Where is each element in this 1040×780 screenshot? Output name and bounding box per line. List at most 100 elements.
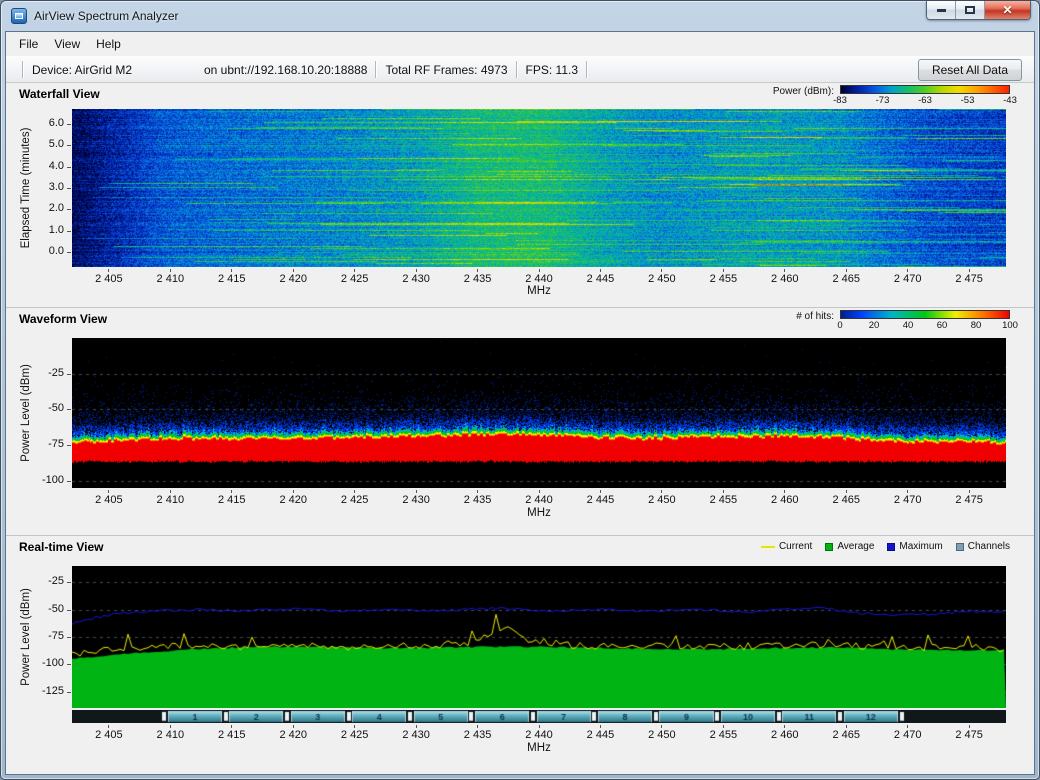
x-axis-tick: 2 455 xyxy=(699,269,747,285)
x-axis-tick: 2 425 xyxy=(331,269,379,285)
maximize-icon xyxy=(965,6,975,14)
y-axis-tick-mark xyxy=(67,209,71,210)
legend-tick-label: -63 xyxy=(918,95,932,106)
y-axis-tick: -100 xyxy=(6,474,64,486)
waterfall-legend: Power (dBm): -83-73-63-53-43 xyxy=(773,85,1010,105)
x-axis-tick: 2 475 xyxy=(945,269,993,285)
client-area: File View Help Device: AirGrid M2 on ubn… xyxy=(5,31,1035,775)
legend-tick-label: 100 xyxy=(1002,320,1018,331)
x-axis-tick: 2 435 xyxy=(454,490,502,506)
menu-help[interactable]: Help xyxy=(88,33,129,55)
x-axis-tick: 2 455 xyxy=(699,490,747,506)
legend-item-average: Average xyxy=(825,541,874,552)
window-controls: ✕ xyxy=(926,1,1031,20)
legend-tick-label: -83 xyxy=(833,95,847,106)
legend-tick-label: 60 xyxy=(937,320,948,331)
x-axis-tick: 2 450 xyxy=(638,490,686,506)
window-title: AirView Spectrum Analyzer xyxy=(34,9,179,23)
x-axis-tick: 2 475 xyxy=(945,490,993,506)
x-axis-tick: 2 410 xyxy=(146,269,194,285)
legend-item-maximum: Maximum xyxy=(887,541,942,552)
app-icon-glyph xyxy=(15,13,23,19)
y-axis-tick-mark xyxy=(67,188,71,189)
x-axis-tick: 2 415 xyxy=(208,490,256,506)
legend-swatch-maximum xyxy=(887,543,895,551)
legend-label: Maximum xyxy=(899,541,942,552)
waveform-x-axis-unit: MHz xyxy=(527,507,551,519)
y-axis-tick: -125 xyxy=(6,685,64,697)
x-axis-tick: 2 455 xyxy=(699,725,747,741)
titlebar[interactable]: AirView Spectrum Analyzer ✕ xyxy=(1,1,1039,31)
legend-item-channels: Channels xyxy=(956,541,1010,552)
x-axis-tick: 2 415 xyxy=(208,725,256,741)
x-axis-tick: 2 445 xyxy=(576,490,624,506)
minimize-icon xyxy=(937,9,946,12)
y-axis-tick-mark xyxy=(67,637,71,638)
x-axis-tick: 2 465 xyxy=(822,725,870,741)
realtime-title: Real-time View xyxy=(19,540,103,554)
x-axis-tick: 2 470 xyxy=(884,269,932,285)
x-axis-tick: 2 430 xyxy=(392,725,440,741)
realtime-spectrum-chart xyxy=(72,566,1006,708)
y-axis-tick-mark xyxy=(67,409,71,410)
y-axis-tick: 2.0 xyxy=(6,202,64,214)
y-axis-tick: -50 xyxy=(6,402,64,414)
realtime-x-axis-unit: MHz xyxy=(527,742,551,754)
maximize-button[interactable] xyxy=(956,1,985,19)
hits-colormap-bar xyxy=(840,310,1010,319)
y-axis-tick: -100 xyxy=(6,657,64,669)
connection-status: on ubnt://192.168.10.20:18888 xyxy=(204,63,367,77)
rf-frames-status: Total RF Frames: 4973 xyxy=(385,63,507,77)
x-axis-tick: 2 410 xyxy=(146,490,194,506)
y-axis-tick-mark xyxy=(67,664,71,665)
x-axis-tick: 2 410 xyxy=(146,725,194,741)
legend-label: Average xyxy=(837,541,874,552)
x-axis-tick: 2 460 xyxy=(761,269,809,285)
x-axis-tick: 2 465 xyxy=(822,490,870,506)
realtime-legend: Current Average Maximum Channels xyxy=(761,541,1010,552)
menu-view[interactable]: View xyxy=(46,33,88,55)
y-axis-tick-mark xyxy=(67,445,71,446)
x-axis-tick: 2 440 xyxy=(515,490,563,506)
waterfall-title: Waterfall View xyxy=(19,87,100,101)
x-axis-tick: 2 460 xyxy=(761,725,809,741)
y-axis-tick-mark xyxy=(67,167,71,168)
waveform-legend-label: # of hits: xyxy=(796,311,834,322)
device-status: Device: AirGrid M2 xyxy=(32,63,204,77)
legend-tick-label: -53 xyxy=(961,95,975,106)
waveform-title: Waveform View xyxy=(19,312,107,326)
toolbar: Device: AirGrid M2 on ubnt://192.168.10.… xyxy=(6,56,1034,83)
x-axis-tick: 2 445 xyxy=(576,725,624,741)
power-colormap-bar xyxy=(840,85,1010,94)
y-axis-tick: 5.0 xyxy=(6,138,64,150)
legend-tick-label: -43 xyxy=(1003,95,1017,106)
y-axis-tick: 4.0 xyxy=(6,160,64,172)
close-icon: ✕ xyxy=(1002,4,1012,16)
x-axis-tick: 2 460 xyxy=(761,490,809,506)
x-axis-tick: 2 415 xyxy=(208,269,256,285)
x-axis-tick: 2 405 xyxy=(85,269,133,285)
realtime-panel: Real-time View Current Average Maximum Chan… xyxy=(6,535,1034,778)
y-axis-tick-mark xyxy=(67,610,71,611)
y-axis-tick: 3.0 xyxy=(6,181,64,193)
reset-all-data-button[interactable]: Reset All Data xyxy=(918,59,1022,81)
waterfall-heatmap xyxy=(72,109,1006,267)
y-axis-tick: 1.0 xyxy=(6,224,64,236)
toolbar-separator xyxy=(516,61,518,78)
app-icon[interactable] xyxy=(11,8,27,24)
x-axis-tick: 2 420 xyxy=(269,725,317,741)
close-button[interactable]: ✕ xyxy=(985,1,1030,19)
menu-file[interactable]: File xyxy=(11,33,46,55)
waterfall-legend-label: Power (dBm): xyxy=(773,86,834,97)
x-axis-tick: 2 475 xyxy=(945,725,993,741)
fps-status: FPS: 11.3 xyxy=(526,63,578,77)
minimize-button[interactable] xyxy=(927,1,956,19)
x-axis-tick: 2 420 xyxy=(269,269,317,285)
x-axis-tick: 2 405 xyxy=(85,490,133,506)
legend-tick-label: 0 xyxy=(837,320,842,331)
x-axis-tick: 2 450 xyxy=(638,725,686,741)
x-axis-tick: 2 470 xyxy=(884,725,932,741)
legend-item-current: Current xyxy=(761,541,812,552)
y-axis-tick: -75 xyxy=(6,630,64,642)
x-axis-tick: 2 405 xyxy=(85,725,133,741)
